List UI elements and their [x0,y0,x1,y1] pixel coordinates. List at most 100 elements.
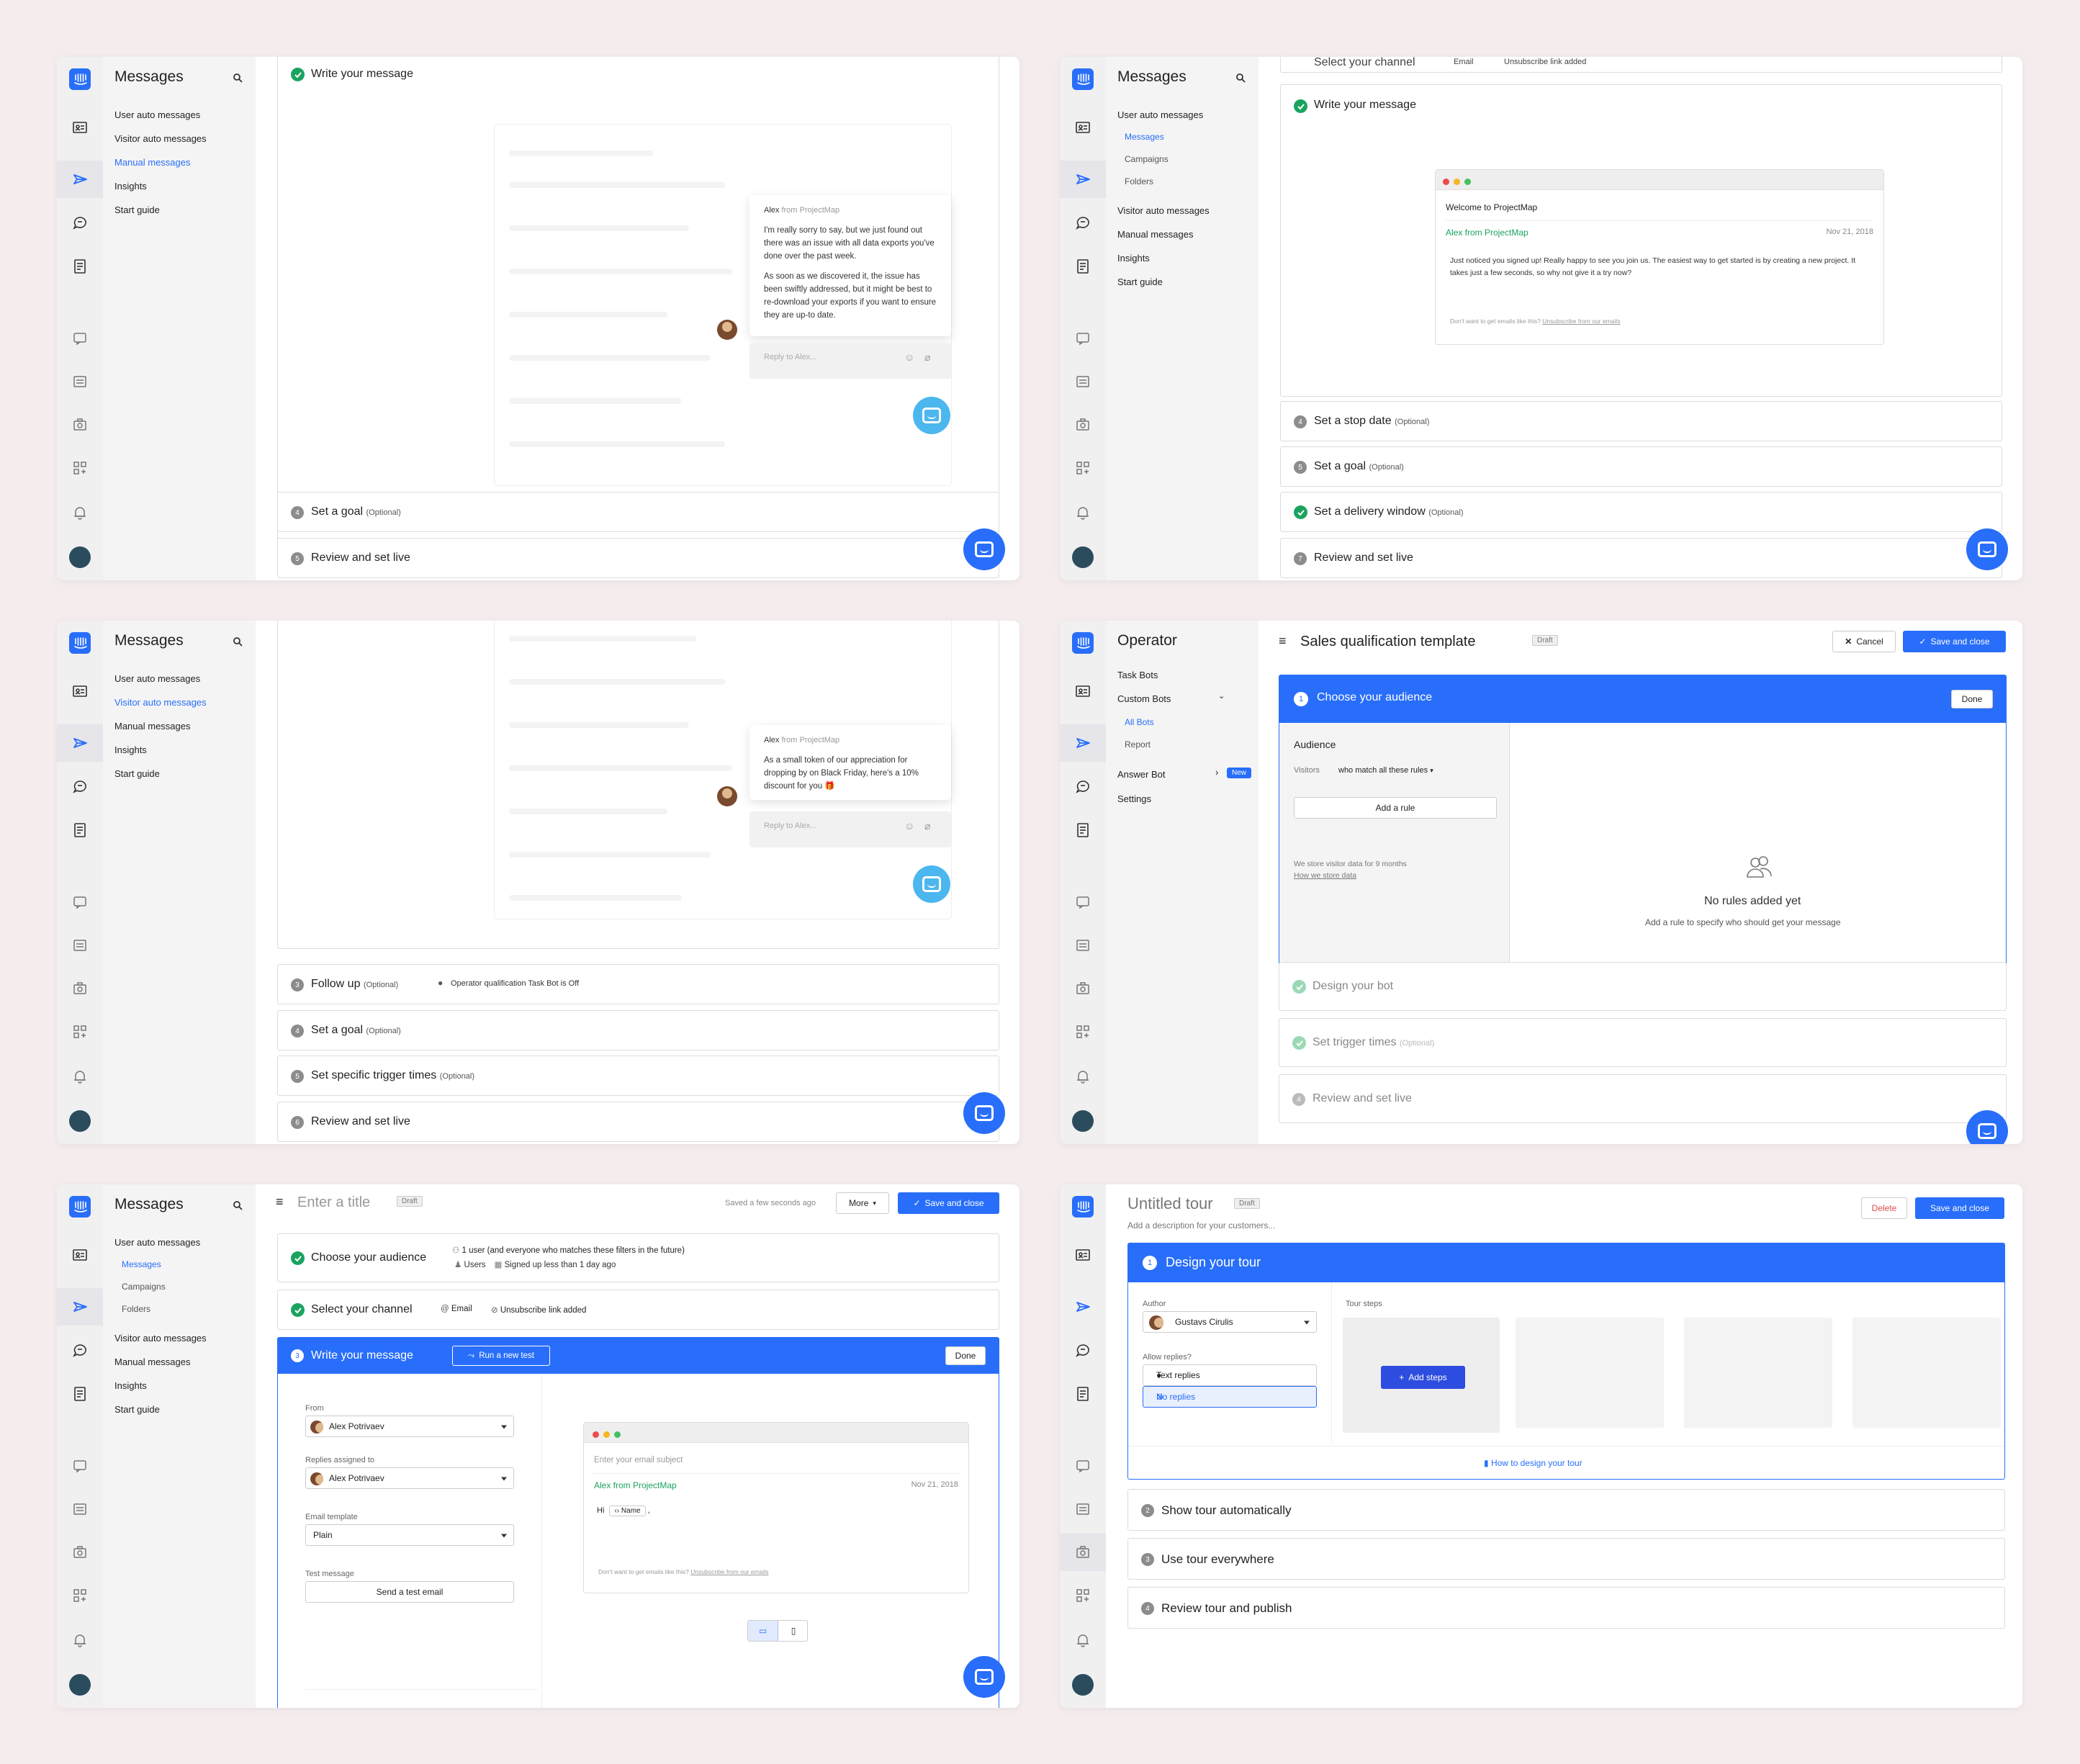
save-and-close-button[interactable]: Save and close [1915,1197,2004,1219]
nav-manual-messages[interactable]: Manual messages [114,157,191,168]
apps-icon[interactable] [71,1022,89,1041]
notifications-bell-icon[interactable] [1073,1067,1092,1086]
articles-icon[interactable] [71,257,89,276]
nav-user-auto-messages[interactable]: User auto messages [1117,109,1203,120]
nav-start-guide[interactable]: Start guide [1117,276,1163,287]
user-avatar[interactable] [1072,546,1094,568]
intercom-logo-icon[interactable] [1072,68,1094,90]
attach-icon[interactable]: ⌀ [924,820,930,832]
contacts-icon[interactable] [71,682,89,701]
step-trigger-times[interactable]: 5 Set specific trigger times (Optional) [277,1056,999,1096]
email-template-select[interactable]: Plain [305,1524,514,1546]
match-dropdown[interactable]: who match all these rules ▾ [1338,766,1433,775]
outbound-send-icon[interactable] [1073,170,1092,189]
nav-insights[interactable]: Insights [1117,253,1150,264]
step-write-message[interactable]: 3 Write your message ⤳ Run a new test Don… [277,1337,999,1708]
search-icon[interactable] [233,1200,243,1210]
step-use-tour-everywhere[interactable]: 3 Use tour everywhere [1127,1538,2005,1580]
messenger-launcher-icon[interactable] [1966,528,2008,570]
apps-icon[interactable] [1073,1022,1092,1041]
how-to-design-tour-link[interactable]: ▮ How to design your tour [1484,1458,1582,1468]
assignee-select[interactable]: Alex Potrivaev [305,1467,514,1489]
nav-task-bots[interactable]: Task Bots [1117,670,1158,680]
articles-icon[interactable] [71,1385,89,1403]
reply-input[interactable]: Reply to Alex... ☺ ⌀ [749,811,951,847]
more-button[interactable]: More ▾ [836,1192,889,1214]
reports-icon[interactable] [71,936,89,955]
nav-visitor-auto-messages[interactable]: Visitor auto messages [114,133,207,144]
chat-icon[interactable] [1073,214,1092,233]
tour-description-input[interactable]: Add a description for your customers... [1127,1220,1275,1230]
step-review-set-live[interactable]: 5 Review and set live [277,538,999,578]
nav-start-guide[interactable]: Start guide [114,204,160,215]
chat-icon[interactable] [71,1341,89,1360]
apps-icon[interactable] [71,459,89,477]
reports-icon[interactable] [71,1500,89,1518]
nav-insights[interactable]: Insights [114,744,147,755]
step-review-set-live[interactable]: 4 Review and set live [1279,1074,2007,1123]
nav-user-auto-messages[interactable]: User auto messages [114,673,200,684]
step-choose-audience[interactable]: 1 Choose your audience Done Audience Vis… [1279,675,2007,1001]
step-follow-up[interactable]: 3 Follow up (Optional) ● Operator qualif… [277,964,999,1004]
messenger-icon[interactable] [1073,893,1092,912]
camera-icon[interactable] [71,979,89,998]
nav-sub-campaigns[interactable]: Campaigns [1125,154,1169,164]
reports-icon[interactable] [1073,372,1092,391]
contacts-icon[interactable] [1073,682,1092,701]
user-avatar[interactable] [69,1110,91,1132]
hamburger-icon[interactable]: ≡ [276,1194,284,1210]
apps-icon[interactable] [1073,1586,1092,1605]
mobile-preview-icon[interactable]: ▯ [778,1621,809,1641]
nav-visitor-auto-messages[interactable]: Visitor auto messages [114,1333,207,1344]
camera-icon[interactable] [71,1543,89,1562]
nav-start-guide[interactable]: Start guide [114,768,160,779]
messenger-icon[interactable] [71,893,89,912]
nav-manual-messages[interactable]: Manual messages [1117,229,1194,240]
add-steps-button[interactable]: + Add steps [1381,1366,1465,1389]
reports-icon[interactable] [1073,936,1092,955]
messenger-icon[interactable] [71,329,89,348]
step-show-tour-automatically[interactable]: 2 Show tour automatically [1127,1489,2005,1531]
notifications-bell-icon[interactable] [71,503,89,522]
reports-icon[interactable] [1073,1500,1092,1518]
outbound-send-icon[interactable] [71,1297,89,1316]
desktop-preview-icon[interactable]: ▭ [748,1621,778,1641]
user-avatar[interactable] [1072,1674,1094,1696]
step-delivery-window[interactable]: Set a delivery window (Optional) [1280,492,2002,532]
outbound-send-icon[interactable] [71,170,89,189]
nav-insights[interactable]: Insights [114,1380,147,1391]
messenger-launcher-icon[interactable] [913,865,950,903]
step-choose-audience[interactable]: Choose your audience ⚇ 1 user (and every… [277,1233,999,1282]
nav-sub-messages[interactable]: Messages [122,1259,161,1269]
apps-icon[interactable] [71,1586,89,1605]
articles-icon[interactable] [1073,821,1092,840]
step-review-set-live[interactable]: 6 Review and set live [277,1102,999,1142]
step-set-goal[interactable]: 5 Set a goal (Optional) [1280,446,2002,487]
how-we-store-data-link[interactable]: How we store data [1294,871,1356,880]
nav-answer-bot[interactable]: Answer Bot [1117,769,1165,780]
step-design-bot[interactable]: Design your bot [1279,962,2007,1011]
nav-insights[interactable]: Insights [114,181,147,192]
messenger-launcher-icon[interactable] [963,1656,1005,1698]
nav-manual-messages[interactable]: Manual messages [114,1356,191,1367]
camera-icon[interactable] [1073,979,1092,998]
intercom-logo-icon[interactable] [69,68,91,90]
nav-visitor-auto-messages[interactable]: Visitor auto messages [1117,205,1210,216]
save-and-close-button[interactable]: ✓ Save and close [1903,631,2006,652]
contacts-icon[interactable] [1073,1246,1092,1264]
search-icon[interactable] [233,73,243,83]
unsubscribe-link[interactable]: Unsubscribe from our emails [690,1568,768,1575]
step-set-goal[interactable]: 4 Set a goal (Optional) [277,492,999,532]
run-new-test-button[interactable]: ⤳ Run a new test [452,1346,550,1366]
chat-icon[interactable] [1073,1341,1092,1360]
camera-icon[interactable] [1073,415,1092,434]
messenger-icon[interactable] [1073,1457,1092,1475]
articles-icon[interactable] [1073,1385,1092,1403]
step-select-channel[interactable]: Select your channel @ Email ⊘ Unsubscrib… [277,1290,999,1330]
text-replies-option[interactable]: ● Text replies [1143,1364,1317,1386]
articles-icon[interactable] [71,821,89,840]
step-select-channel[interactable]: Select your channel Email Unsubscribe li… [1280,57,2002,73]
nav-sub-campaigns[interactable]: Campaigns [122,1282,166,1292]
intercom-logo-icon[interactable] [69,1196,91,1218]
user-avatar[interactable] [1072,1110,1094,1132]
